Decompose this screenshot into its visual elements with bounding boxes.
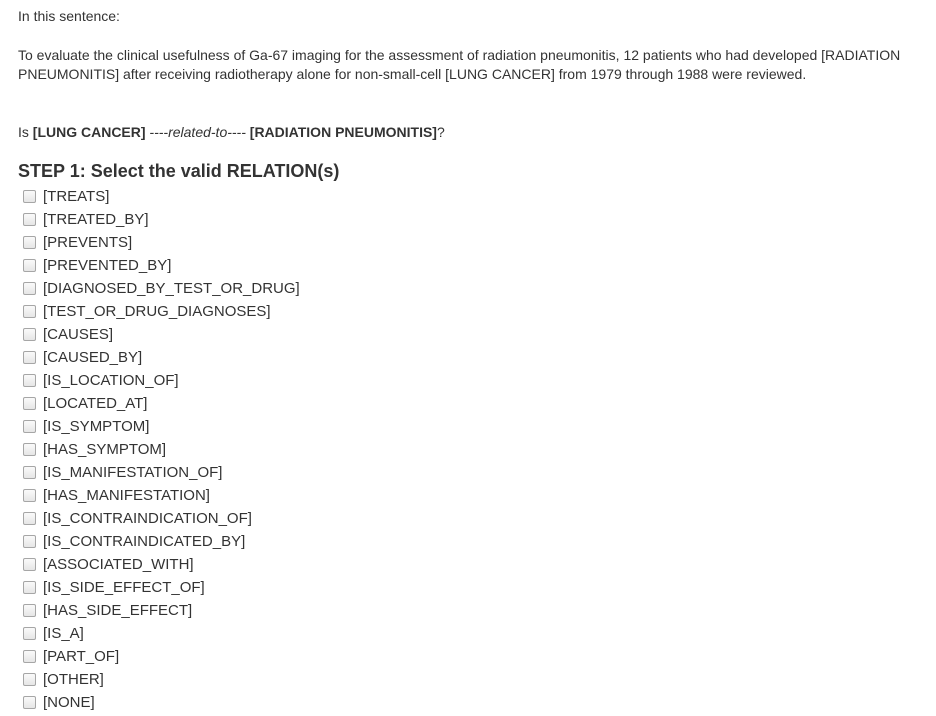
relation-option-is-a[interactable]: [IS_A] [18, 622, 300, 645]
relation-checkbox[interactable] [23, 259, 36, 272]
step-1-title: STEP 1: Select the valid RELATION(s) [18, 161, 340, 181]
relation-label: [TREATS] [43, 188, 110, 205]
relation-label: [ASSOCIATED_WITH] [43, 556, 194, 573]
relation-label: [IS_A] [43, 625, 84, 642]
relation-checkbox[interactable] [23, 627, 36, 640]
relation-checkbox[interactable] [23, 282, 36, 295]
relation-checkbox[interactable] [23, 558, 36, 571]
relation-option-has-manifestation[interactable]: [HAS_MANIFESTATION] [18, 484, 300, 507]
question-entity-2: [RADIATION PNEUMONITIS] [249, 124, 437, 140]
relation-checkbox[interactable] [23, 650, 36, 663]
relation-checkbox[interactable] [23, 397, 36, 410]
relation-checkbox[interactable] [23, 696, 36, 709]
question-prefix: Is [18, 124, 33, 140]
relation-checkbox[interactable] [23, 351, 36, 364]
relation-checkbox[interactable] [23, 489, 36, 502]
relation-option-is-location-of[interactable]: [IS_LOCATION_OF] [18, 369, 300, 392]
relation-option-caused-by[interactable]: [CAUSED_BY] [18, 346, 300, 369]
relation-label: [IS_SIDE_EFFECT_OF] [43, 579, 205, 596]
relation-option-other[interactable]: [OTHER] [18, 668, 300, 691]
relation-checkbox[interactable] [23, 236, 36, 249]
relation-option-is-manifestation-of[interactable]: [IS_MANIFESTATION_OF] [18, 461, 300, 484]
relation-checkbox[interactable] [23, 213, 36, 226]
relation-checkbox[interactable] [23, 466, 36, 479]
relation-checkbox[interactable] [23, 190, 36, 203]
relation-checkbox[interactable] [23, 420, 36, 433]
relation-label: [HAS_SYMPTOM] [43, 441, 167, 458]
relation-option-causes[interactable]: [CAUSES] [18, 323, 300, 346]
relation-label: [IS_LOCATION_OF] [43, 372, 179, 389]
relation-checkbox[interactable] [23, 305, 36, 318]
relation-label: [CAUSED_BY] [43, 349, 143, 366]
relation-option-treats[interactable]: [TREATS] [18, 185, 300, 208]
relation-option-none[interactable]: [NONE] [18, 691, 300, 714]
relation-option-prevents[interactable]: [PREVENTS] [18, 231, 300, 254]
relation-label: [IS_CONTRAINDICATION_OF] [43, 510, 252, 527]
relation-label: [OTHER] [43, 671, 104, 688]
relation-label: [LOCATED_AT] [43, 395, 148, 412]
relation-label: [TREATED_BY] [43, 211, 149, 228]
relation-label: [HAS_MANIFESTATION] [43, 487, 210, 504]
relation-label: [DIAGNOSED_BY_TEST_OR_DRUG] [43, 280, 300, 297]
relation-option-associated-with[interactable]: [ASSOCIATED_WITH] [18, 553, 300, 576]
relation-checkbox[interactable] [23, 512, 36, 525]
relation-option-diagnosed-by-test-or-drug[interactable]: [DIAGNOSED_BY_TEST_OR_DRUG] [18, 277, 300, 300]
relation-option-is-contraindication-of[interactable]: [IS_CONTRAINDICATION_OF] [18, 507, 300, 530]
relation-option-part-of[interactable]: [PART_OF] [18, 645, 300, 668]
question-entity-1: [LUNG CANCER] [32, 124, 146, 140]
relation-label: [PREVENTS] [43, 234, 133, 251]
relation-checkbox[interactable] [23, 535, 36, 548]
relation-option-treated-by[interactable]: [TREATED_BY] [18, 208, 300, 231]
relation-checkbox[interactable] [23, 673, 36, 686]
relation-option-test-or-drug-diagnoses[interactable]: [TEST_OR_DRUG_DIAGNOSES] [18, 300, 300, 323]
intro-text: In this sentence: [18, 8, 120, 24]
question-suffix: ? [436, 124, 445, 140]
relation-label: [HAS_SIDE_EFFECT] [43, 602, 193, 619]
relation-label: [IS_SYMPTOM] [43, 418, 150, 435]
relation-checkbox[interactable] [23, 604, 36, 617]
question-relation: ----related-to---- [145, 124, 250, 140]
relation-checkbox[interactable] [23, 581, 36, 594]
relation-option-is-symptom[interactable]: [IS_SYMPTOM] [18, 415, 300, 438]
relation-checkbox[interactable] [23, 443, 36, 456]
relation-option-is-contraindicated-by[interactable]: [IS_CONTRAINDICATED_BY] [18, 530, 300, 553]
relation-label: [CAUSES] [43, 326, 114, 343]
relation-option-prevented-by[interactable]: [PREVENTED_BY] [18, 254, 300, 277]
relation-label: [PART_OF] [43, 648, 120, 665]
relation-checkbox-list: [TREATS] [TREATED_BY] [PREVENTS] [PREVENTED… [18, 185, 300, 714]
relation-question: Is [LUNG CANCER] ----related-to---- [RAD… [18, 123, 445, 142]
relation-option-has-side-effect[interactable]: [HAS_SIDE_EFFECT] [18, 599, 300, 622]
relation-label: [TEST_OR_DRUG_DIAGNOSES] [43, 303, 271, 320]
relation-label: [NONE] [43, 694, 95, 711]
source-sentence: To evaluate the clinical usefulness of G… [18, 47, 901, 82]
relation-label: [PREVENTED_BY] [43, 257, 172, 274]
relation-checkbox[interactable] [23, 374, 36, 387]
relation-option-has-symptom[interactable]: [HAS_SYMPTOM] [18, 438, 300, 461]
relation-checkbox[interactable] [23, 328, 36, 341]
relation-label: [IS_MANIFESTATION_OF] [43, 464, 223, 481]
relation-option-is-side-effect-of[interactable]: [IS_SIDE_EFFECT_OF] [18, 576, 300, 599]
relation-label: [IS_CONTRAINDICATED_BY] [43, 533, 246, 550]
relation-option-located-at[interactable]: [LOCATED_AT] [18, 392, 300, 415]
